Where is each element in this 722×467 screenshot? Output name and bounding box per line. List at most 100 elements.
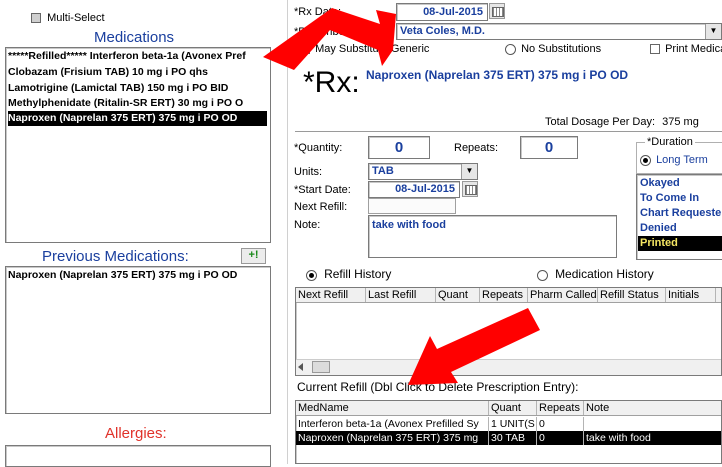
previous-medications-title: Previous Medications: — [42, 248, 189, 265]
medication-item[interactable]: Lamotrigine (Lamictal TAB) 150 mg i PO B… — [8, 81, 228, 96]
duration-title: *Duration — [645, 136, 695, 148]
repeats-value: 0 — [544, 139, 554, 156]
refill-history-radio[interactable] — [306, 269, 317, 281]
column-header[interactable]: Repeats — [537, 401, 584, 415]
table-row[interactable]: Interferon beta-1a (Avonex Prefilled Sy … — [296, 417, 721, 431]
long-term-option[interactable]: Long Term — [640, 154, 708, 166]
column-header[interactable]: Refill Status — [598, 288, 666, 302]
note-value: take with food — [372, 219, 446, 231]
may-substitute-option[interactable]: May Substitute Generic — [300, 43, 429, 57]
cell-repeats: 0 — [537, 417, 584, 431]
column-header[interactable]: Initials — [666, 288, 716, 302]
multi-select-toggle[interactable]: Multi-Select — [31, 12, 105, 26]
rx-date-calendar-button[interactable] — [489, 3, 505, 19]
may-substitute-label: May Substitute Generic — [315, 43, 430, 55]
status-item[interactable]: To Come In — [640, 191, 699, 206]
scroll-left-arrow[interactable] — [298, 363, 303, 371]
start-date-field[interactable]: 08-Jul-2015 — [368, 181, 460, 198]
allergies-title: Allergies: — [105, 425, 167, 442]
total-dosage-label: Total Dosage Per Day: — [545, 116, 656, 128]
multi-select-checkbox[interactable] — [31, 13, 41, 24]
prescriber-dropdown[interactable]: Veta Coles, M.D. ▼ — [396, 23, 722, 40]
rx-date-label: *Rx Date: — [294, 6, 342, 18]
column-header[interactable]: Quant — [436, 288, 480, 302]
status-item[interactable]: Chart Requeste — [640, 206, 721, 221]
next-refill-label: Next Refill: — [294, 201, 348, 213]
column-divider — [287, 0, 288, 464]
no-substitutions-radio[interactable] — [505, 43, 516, 55]
medication-history-label: Medication History — [555, 267, 654, 281]
column-header[interactable]: Repeats — [480, 288, 528, 302]
units-value: TAB — [372, 165, 394, 177]
start-date-calendar-button[interactable] — [462, 181, 478, 197]
chevron-down-icon[interactable]: ▼ — [461, 164, 477, 179]
medication-item[interactable]: *****Refilled***** Interferon beta-1a (A… — [8, 49, 246, 64]
next-refill-field[interactable] — [368, 198, 456, 214]
medication-item[interactable]: Methylphenidate (Ritalin-SR ERT) 30 mg i… — [8, 96, 243, 111]
multi-select-label: Multi-Select — [47, 12, 105, 24]
medication-history-option[interactable]: Medication History — [537, 267, 654, 281]
medication-history-radio[interactable] — [537, 269, 548, 281]
refill-history-label: Refill History — [324, 267, 392, 281]
cell-medname: Interferon beta-1a (Avonex Prefilled Sy — [296, 417, 489, 431]
print-medication-checkbox[interactable] — [650, 44, 660, 55]
previous-medication-item[interactable]: Naproxen (Naprelan 375 ERT) 375 mg i PO … — [8, 268, 237, 283]
column-header[interactable]: MedName — [296, 401, 489, 415]
cell-quant: 30 TAB — [489, 431, 537, 445]
horizontal-scrollbar[interactable] — [296, 359, 721, 375]
no-substitutions-option[interactable]: No Substitutions — [505, 43, 601, 57]
calendar-icon — [492, 7, 504, 17]
rx-date-field[interactable]: 08-Jul-2015 — [396, 3, 488, 21]
prescriber-value: Veta Coles, M.D. — [400, 25, 485, 37]
rx-date-value: 08-Jul-2015 — [423, 6, 483, 18]
calendar-icon — [465, 185, 477, 195]
table-row-selected[interactable]: Naproxen (Naprelan 375 ERT) 375 mg 30 TA… — [296, 431, 721, 445]
units-dropdown[interactable]: TAB ▼ — [368, 163, 478, 180]
status-list[interactable]: Okayed To Come In Chart Requeste Denied … — [636, 174, 722, 260]
no-substitutions-label: No Substitutions — [521, 43, 602, 55]
quantity-value: 0 — [394, 139, 404, 156]
refill-history-header: Next Refill Last Refill Quant Repeats Ph… — [296, 288, 721, 303]
long-term-label: Long Term — [656, 154, 708, 166]
total-dosage-value: 375 mg — [662, 116, 699, 128]
column-header[interactable]: Note — [584, 401, 721, 415]
units-label: Units: — [294, 166, 323, 178]
current-refill-header: MedName Quant Repeats Note — [296, 401, 721, 416]
repeats-field[interactable]: 0 — [520, 136, 578, 159]
note-field[interactable]: take with food — [368, 215, 617, 258]
start-date-value: 08-Jul-2015 — [395, 183, 455, 195]
column-header[interactable]: Quant — [489, 401, 537, 415]
column-header[interactable]: Next Refill — [296, 288, 366, 302]
print-medication-label: Print Medica — [665, 43, 722, 55]
cell-medname: Naproxen (Naprelan 375 ERT) 375 mg — [296, 431, 489, 445]
long-term-radio[interactable] — [640, 154, 651, 166]
plus-icon: +! — [248, 249, 259, 261]
cell-repeats: 0 — [537, 431, 584, 445]
rx-panel-divider — [295, 131, 722, 132]
status-item[interactable]: Okayed — [640, 176, 680, 191]
chevron-down-icon[interactable]: ▼ — [705, 24, 721, 39]
medications-title: Medications — [94, 29, 175, 46]
refill-history-option[interactable]: Refill History — [306, 267, 391, 281]
status-item[interactable]: Denied — [640, 221, 677, 236]
current-refill-title: Current Refill (Dbl Click to Delete Pres… — [297, 380, 579, 394]
medications-list[interactable]: *****Refilled***** Interferon beta-1a (A… — [5, 47, 271, 243]
status-item-selected[interactable]: Printed — [638, 236, 722, 251]
column-header[interactable]: Pharm Called — [528, 288, 598, 302]
cell-note: take with food — [584, 431, 721, 445]
refill-history-grid[interactable]: Next Refill Last Refill Quant Repeats Ph… — [295, 287, 722, 376]
medication-item[interactable]: Clobazam (Frisium TAB) 10 mg i PO qhs — [8, 65, 208, 80]
start-date-label: *Start Date: — [294, 184, 351, 196]
may-substitute-checkbox[interactable] — [300, 44, 310, 55]
previous-medications-list[interactable]: Naproxen (Naprelan 375 ERT) 375 mg i PO … — [5, 266, 271, 414]
quantity-field[interactable]: 0 — [368, 136, 430, 159]
cell-note — [584, 417, 721, 431]
column-header[interactable]: Last Refill — [366, 288, 436, 302]
scrollbar-thumb[interactable] — [312, 361, 330, 373]
note-label: Note: — [294, 219, 321, 231]
current-refill-grid[interactable]: MedName Quant Repeats Note Interferon be… — [295, 400, 722, 464]
cell-quant: 1 UNIT(S — [489, 417, 537, 431]
print-medication-option[interactable]: Print Medica — [650, 43, 722, 57]
add-previous-button[interactable]: +! — [241, 248, 266, 264]
medication-item-selected[interactable]: Naproxen (Naprelan 375 ERT) 375 mg i PO … — [8, 111, 267, 126]
